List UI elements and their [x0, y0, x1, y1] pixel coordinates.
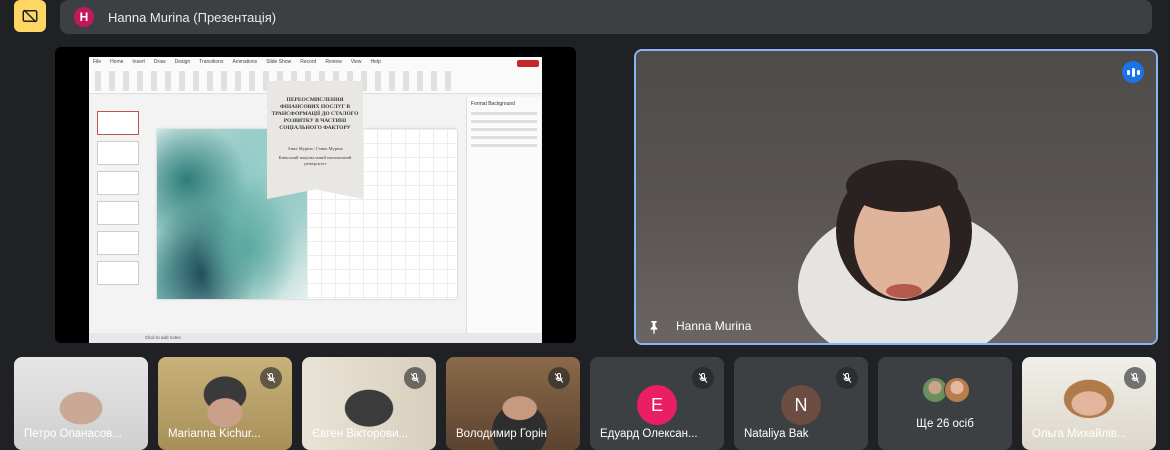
slide-authors: Анна Муріна / Ганна Муріна Київський нац…: [271, 146, 359, 167]
participant-name: Ольга Михайлів...: [1032, 428, 1127, 440]
ribbon-tab: Help: [370, 59, 381, 65]
ribbon-tab: Design: [174, 59, 191, 65]
mic-off-icon: [1124, 367, 1146, 389]
panel-title: Format Background: [471, 101, 515, 107]
ribbon-tab: Transitions: [199, 59, 224, 65]
participant-tile[interactable]: Е Едуард Олексан...: [590, 357, 724, 450]
participant-avatar: N: [781, 385, 821, 425]
mic-off-icon: [260, 367, 282, 389]
participant-tile[interactable]: Marianna Kichur...: [158, 357, 292, 450]
participant-name: Marianna Kichur...: [168, 428, 261, 440]
slide-author-names: Анна Муріна / Ганна Муріна: [287, 146, 343, 151]
participant-tile[interactable]: N Nataliya Bak: [734, 357, 868, 450]
notes-hint: Click to add notes: [145, 335, 181, 340]
ribbon-tab: Home: [110, 59, 124, 65]
ribbon-tab: Draw: [153, 59, 166, 65]
slide-thumbnail: [97, 141, 139, 165]
ribbon-tab: Animations: [232, 59, 258, 65]
participant-name: Євген Вікторови...: [312, 428, 409, 440]
camera-off-icon: [22, 9, 38, 23]
slide-thumbnail: [97, 261, 139, 285]
format-background-panel: Format Background: [466, 97, 541, 337]
participant-name: Nataliya Bak: [744, 428, 809, 440]
more-participants-label: Ще 26 осіб: [916, 418, 974, 430]
ribbon-tab: Record: [300, 59, 317, 65]
mic-off-icon: [692, 367, 714, 389]
panel-option: [471, 136, 537, 139]
mic-off-icon: [548, 367, 570, 389]
speaker-tile[interactable]: Hanna Murina: [634, 49, 1158, 345]
more-participants-tile[interactable]: Ще 26 осіб: [878, 357, 1012, 450]
shared-screen[interactable]: File Home Insert Draw Design Transitions Anima…: [55, 47, 576, 343]
powerpoint-window: File Home Insert Draw Design Transitions Anima…: [89, 57, 542, 343]
pin-icon[interactable]: [646, 319, 662, 335]
speaker-name: Hanna Murina: [676, 319, 752, 333]
ribbon-tab: Review: [325, 59, 342, 65]
ribbon-tabs: File Home Insert Draw Design Transitions Anima…: [93, 59, 381, 65]
ribbon-tab: Slide Show: [266, 59, 292, 65]
slide-thumbnail: [97, 111, 139, 135]
panel-option: [471, 112, 537, 115]
slide-thumbnail: [97, 171, 139, 195]
slide-thumbnail: [97, 231, 139, 255]
presentation-bar[interactable]: H Hanna Murina (Презентація): [60, 0, 1152, 34]
ribbon-tab: Insert: [132, 59, 145, 65]
ribbon-tab: View: [350, 59, 362, 65]
presenter-label: Hanna Murina (Презентація): [108, 9, 277, 25]
speaker-silhouette: [798, 160, 1018, 343]
panel-option: [471, 128, 537, 131]
speaking-indicator: [1122, 61, 1144, 83]
mic-off-icon: [836, 367, 858, 389]
more-participants-faces: [922, 377, 970, 403]
mic-off-icon: [404, 367, 426, 389]
participant-tile[interactable]: Володимир Горін: [446, 357, 580, 450]
hide-self-view-button[interactable]: [14, 0, 46, 32]
panel-option: [471, 144, 537, 147]
participant-tile[interactable]: Ольга Михайлів...: [1022, 357, 1156, 450]
participant-name: Едуард Олексан...: [600, 428, 698, 440]
panel-option: [471, 120, 537, 123]
presenter-avatar: H: [74, 7, 94, 27]
record-button: [517, 60, 539, 67]
speaker-video: [636, 51, 1156, 343]
participant-name: Петро Опанасов...: [24, 428, 122, 440]
participant-avatar: Е: [637, 385, 677, 425]
participant-name: Володимир Горін: [456, 428, 548, 440]
participant-tile[interactable]: Євген Вікторови...: [302, 357, 436, 450]
slide-thumbnails: [93, 97, 139, 337]
status-bar: Click to add notes: [89, 333, 542, 343]
ribbon-tab: File: [93, 59, 102, 65]
participant-tile[interactable]: Петро Опанасов...: [14, 357, 148, 450]
slide-thumbnail: [97, 201, 139, 225]
slide-affiliation: Київський національний економічний уніве…: [278, 155, 352, 166]
slide-title: ПЕРЕОСМИСЛЕННЯ ФІНАНСОВИХ ПОСЛУГ В ТРАНС…: [271, 97, 359, 131]
